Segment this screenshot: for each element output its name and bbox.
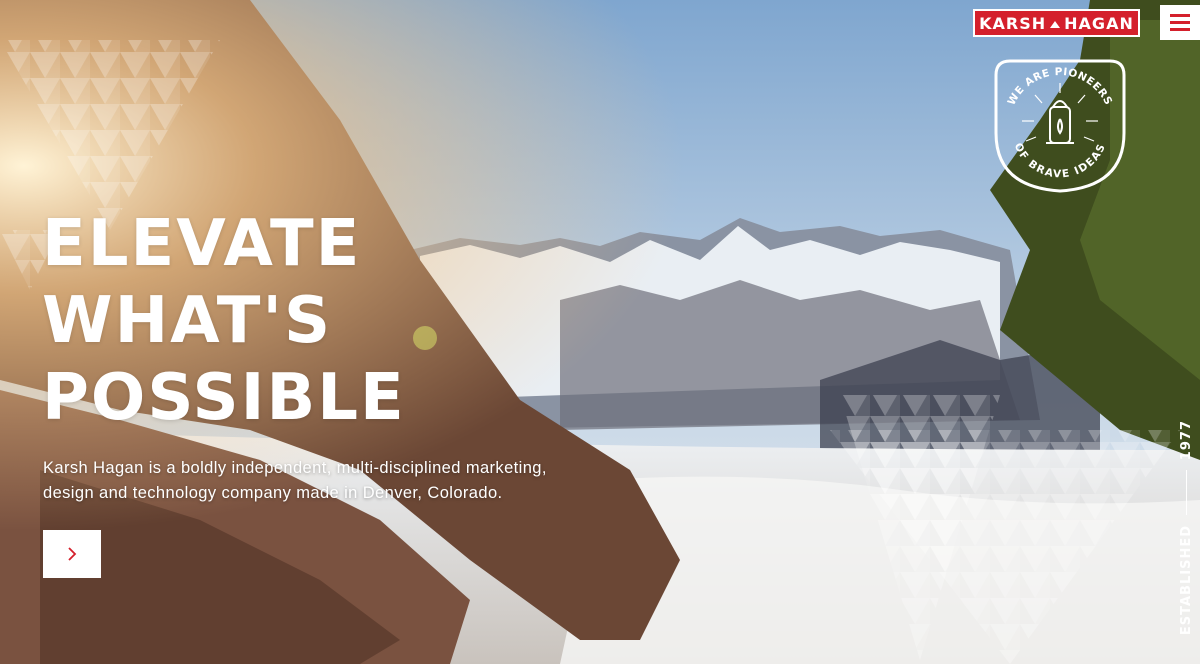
established-marker: 1977 ESTABLISHED bbox=[1174, 420, 1198, 635]
badge-bottom-text: OF BRAVE IDEAS bbox=[1012, 141, 1109, 180]
menu-button[interactable] bbox=[1160, 5, 1200, 40]
logo-text-left: KARSH bbox=[979, 13, 1047, 33]
hamburger-icon-bar bbox=[1170, 14, 1190, 17]
established-divider bbox=[1185, 470, 1187, 515]
pioneers-badge: WE ARE PIONEERS OF BRAVE IDEAS bbox=[994, 59, 1126, 193]
description-line: design and technology company made in De… bbox=[43, 484, 503, 502]
chevron-right-icon bbox=[68, 547, 77, 561]
brand-logo[interactable]: KARSH HAGAN bbox=[973, 9, 1140, 37]
headline-line: ELEVATE bbox=[42, 207, 362, 281]
headline-line: WHAT'S bbox=[42, 284, 333, 358]
description-line: Karsh Hagan is a boldly independent, mul… bbox=[43, 459, 547, 477]
logo-text-right: HAGAN bbox=[1064, 13, 1134, 33]
headline-line: POSSIBLE bbox=[42, 361, 406, 435]
hero-headline: ELEVATE WHAT'S POSSIBLE bbox=[42, 206, 502, 437]
hero-cta-button[interactable] bbox=[43, 530, 101, 578]
hamburger-icon-bar bbox=[1170, 21, 1190, 24]
hero-description: Karsh Hagan is a boldly independent, mul… bbox=[43, 456, 643, 506]
established-year: 1977 bbox=[1178, 420, 1194, 461]
established-label: ESTABLISHED bbox=[1178, 524, 1194, 635]
hamburger-icon-bar bbox=[1170, 28, 1190, 31]
lantern-icon bbox=[1046, 100, 1074, 144]
hero-section: KARSH HAGAN WE ARE PIONEERS OF BRAVE IDE… bbox=[0, 0, 1200, 664]
logo-mountain-icon bbox=[1050, 20, 1061, 28]
